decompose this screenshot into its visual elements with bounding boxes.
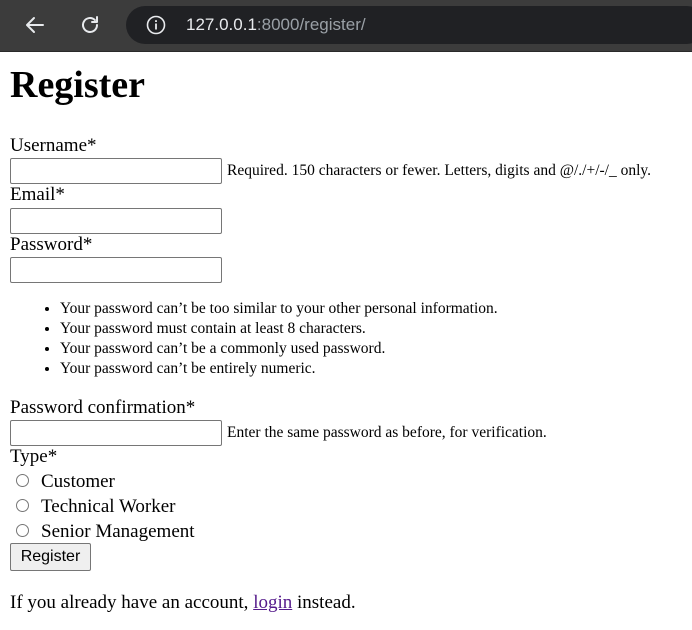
password-rule: Your password must contain at least 8 ch…	[60, 319, 498, 339]
password-rule: Your password can’t be too similar to yo…	[60, 299, 498, 319]
type-option-customer[interactable]: Customer	[16, 471, 115, 493]
password-rule: Your password can’t be entirely numeric.	[60, 359, 498, 379]
login-prompt-suffix: instead.	[292, 592, 356, 613]
url-path: :8000/register/	[256, 15, 366, 34]
type-option-label: Technical Worker	[41, 496, 176, 517]
radio-button[interactable]	[16, 523, 29, 537]
username-label: Username*	[10, 135, 97, 156]
radio-button[interactable]	[16, 498, 29, 512]
url-host: 127.0.0.1	[186, 15, 257, 34]
back-arrow-icon	[26, 17, 44, 33]
register-button[interactable]: Register	[10, 543, 91, 571]
password-input[interactable]	[10, 257, 222, 283]
browser-toolbar: 127.0.0.1:8000/register/	[0, 0, 692, 52]
email-label: Email*	[10, 184, 65, 205]
reload-icon	[82, 16, 98, 33]
type-label: Type*	[10, 446, 58, 467]
password-confirmation-help-text: Enter the same password as before, for v…	[227, 424, 547, 441]
password-label: Password*	[10, 234, 93, 255]
type-option-label: Customer	[41, 471, 115, 492]
address-bar[interactable]: 127.0.0.1:8000/register/	[126, 6, 692, 44]
password-confirmation-label: Password confirmation*	[10, 397, 196, 418]
password-rules-list: Your password can’t be too similar to yo…	[10, 299, 498, 379]
password-confirmation-input[interactable]	[10, 420, 222, 446]
username-help-text: Required. 150 characters or fewer. Lette…	[227, 162, 652, 179]
page-title: Register	[10, 64, 146, 106]
reload-button[interactable]	[73, 8, 107, 42]
radio-button[interactable]	[16, 473, 29, 487]
back-button[interactable]	[18, 8, 52, 42]
type-option-senior-management[interactable]: Senior Management	[16, 521, 195, 543]
type-option-technical-worker[interactable]: Technical Worker	[16, 496, 175, 518]
login-link[interactable]: login	[253, 592, 292, 613]
url-text[interactable]: 127.0.0.1:8000/register/	[186, 15, 366, 35]
type-option-label: Senior Management	[41, 521, 195, 542]
login-prompt-prefix: If you already have an account,	[10, 592, 254, 613]
email-input[interactable]	[10, 208, 222, 234]
username-input[interactable]	[10, 158, 222, 184]
login-prompt: If you already have an account, login in…	[10, 592, 356, 614]
password-rule: Your password can’t be a commonly used p…	[60, 339, 498, 359]
info-icon[interactable]	[146, 15, 166, 35]
